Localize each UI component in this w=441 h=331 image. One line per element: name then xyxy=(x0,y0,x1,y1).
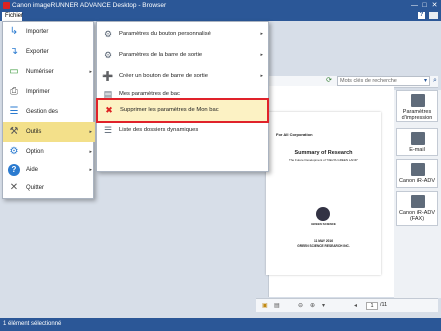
tools-submenu: ⚙ Paramètres du bouton personnalisé ▸ ⚙ … xyxy=(96,21,269,172)
output-bar-settings-icon: ⚙ xyxy=(103,50,113,60)
create-output-button-icon: ➕ xyxy=(102,71,114,81)
menu-item-label: Aide xyxy=(26,167,39,173)
minimize-button[interactable]: — xyxy=(410,1,419,10)
menu-item-gestion-bibliotheques[interactable]: ☰ Gestion des bibliothèques xyxy=(3,102,95,135)
maximize-button[interactable]: □ xyxy=(420,1,429,10)
output-fax-button[interactable]: Canon iR-ADV (FAX) xyxy=(396,191,438,226)
printer-device-icon xyxy=(411,163,425,176)
prev-page-icon[interactable]: ◂ xyxy=(354,302,357,309)
menu-item-label: Option xyxy=(26,149,44,155)
doc-subtitle: The Future Development of "DELTA GREEN L… xyxy=(289,158,358,162)
menu-item-exporter[interactable]: ↴ Exporter xyxy=(3,42,95,62)
page-total: /11 xyxy=(380,302,388,308)
title-bar: Canon imageRUNNER ADVANCE Desktop - Brow… xyxy=(0,0,441,11)
menu-item-option[interactable]: ⚙ Option ▸ xyxy=(3,142,95,162)
file-menu: ↳ Importer ↴ Exporter ▭ Numériser ▸ ⎙ Im… xyxy=(2,21,95,199)
output-label: Canon iR-ADV xyxy=(398,178,436,184)
doc-date: 11 MAY 2016 xyxy=(314,239,333,243)
dynamic-folder-list-icon: ☰ xyxy=(103,125,113,135)
submenu-item-label: Supprimer les paramètres de Mon bac xyxy=(120,107,219,113)
doc-company: For All Corporation xyxy=(276,132,313,137)
output-label: Paramètres d'impression xyxy=(401,109,433,121)
page-view-icon[interactable]: ▣ xyxy=(262,302,268,309)
delete-tray-settings-icon: ✖ xyxy=(105,105,113,115)
submenu-item-label: Paramètres du bouton personnalisé xyxy=(119,31,211,37)
output-email-button[interactable]: E-mail xyxy=(396,128,438,156)
chevron-right-icon: ▸ xyxy=(89,149,92,155)
zoom-menu-icon[interactable]: ▾ xyxy=(322,302,325,309)
search-icon[interactable]: ⌕ xyxy=(430,76,440,86)
output-label: E-mail xyxy=(409,147,425,153)
search-dropdown-icon[interactable]: ▾ xyxy=(424,77,427,85)
menu-item-label: Numériser xyxy=(26,69,54,75)
print-settings-icon xyxy=(411,94,425,107)
search-input[interactable]: Mots clés de recherche ▾ xyxy=(337,76,430,86)
close-button[interactable]: ✕ xyxy=(430,1,439,10)
app-icon xyxy=(3,2,10,9)
option-icon: ⚙ xyxy=(9,146,19,157)
tray-settings-icon: ▤ xyxy=(103,89,113,99)
menu-item-outils[interactable]: ⚒ Outils ▸ xyxy=(3,122,95,142)
menu-item-imprimer[interactable]: ⎙ Imprimer xyxy=(3,82,95,102)
doc-logo xyxy=(316,207,330,221)
submenu-item-delete-tray-settings[interactable]: ✖ Supprimer les paramètres de Mon bac xyxy=(96,98,269,123)
import-icon: ↳ xyxy=(9,26,19,37)
status-bar: 1 élément sélectionné xyxy=(0,318,441,331)
output-label: Canon iR-ADV (FAX) xyxy=(398,210,436,222)
menu-item-importer[interactable]: ↳ Importer xyxy=(3,22,95,42)
doc-title: Summary of Research xyxy=(294,150,353,156)
view-toggle[interactable] xyxy=(429,12,438,19)
submenu-item-output-bar-settings[interactable]: ⚙ Paramètres de la barre de sortie ▸ xyxy=(97,45,268,66)
page-number-input[interactable]: 1 xyxy=(366,302,378,310)
status-text: 1 élément sélectionné xyxy=(3,321,62,327)
double-page-icon[interactable]: ▤ xyxy=(274,302,280,309)
chevron-right-icon: ▸ xyxy=(260,31,263,37)
output-print-settings-button[interactable]: Paramètres d'impression xyxy=(396,90,438,122)
menu-item-label: Outils xyxy=(26,129,42,135)
scanner-icon: ▭ xyxy=(9,66,19,77)
library-icon: ☰ xyxy=(9,106,19,117)
fax-device-icon xyxy=(411,195,425,208)
document-preview[interactable]: For All Corporation Summary of Research … xyxy=(266,112,381,275)
menu-item-label: Quitter xyxy=(26,185,45,191)
zoom-out-icon[interactable]: ⊖ xyxy=(298,302,303,309)
custom-button-settings-icon: ⚙ xyxy=(103,29,113,39)
help-icon: ? xyxy=(8,164,20,176)
menu-item-label: Exporter xyxy=(26,49,49,55)
preview-bottom-bar xyxy=(256,298,438,312)
quit-icon: ✕ xyxy=(9,182,19,193)
window-title: Canon imageRUNNER ADVANCE Desktop - Brow… xyxy=(12,2,167,9)
submenu-item-dynamic-folder-list[interactable]: ☰ Liste des dossiers dynamiques xyxy=(97,120,268,141)
printer-icon: ⎙ xyxy=(10,86,18,97)
tools-icon: ⚒ xyxy=(9,126,19,137)
chevron-right-icon: ▸ xyxy=(89,167,92,173)
export-icon: ↴ xyxy=(9,46,19,57)
doc-logo-text: GREEN SCIENCE xyxy=(311,222,336,226)
help-button[interactable]: ? xyxy=(418,12,425,19)
menu-item-numeriser[interactable]: ▭ Numériser ▸ xyxy=(3,62,95,82)
submenu-item-label: Créer un bouton de barre de sortie xyxy=(119,73,208,79)
search-placeholder: Mots clés de recherche xyxy=(340,78,397,84)
menu-item-label: Imprimer xyxy=(26,89,50,95)
chevron-right-icon: ▸ xyxy=(89,129,92,135)
output-printer-button[interactable]: Canon iR-ADV xyxy=(396,159,438,188)
email-icon xyxy=(411,132,425,145)
chevron-right-icon: ▸ xyxy=(89,69,92,75)
submenu-item-label: Paramètres de la barre de sortie xyxy=(119,52,203,58)
chevron-right-icon: ▸ xyxy=(260,52,263,58)
submenu-item-label: Liste des dossiers dynamiques xyxy=(119,127,199,133)
zoom-in-icon[interactable]: ⊕ xyxy=(310,302,315,309)
submenu-item-label: Mes paramètres de bac xyxy=(119,91,180,97)
menu-item-label: Importer xyxy=(26,29,49,35)
refresh-icon[interactable]: ⟳ xyxy=(324,76,334,86)
menu-item-quitter[interactable]: ✕ Quitter xyxy=(3,178,95,198)
menu-bar: Fichier xyxy=(0,11,441,21)
submenu-item-custom-button-settings[interactable]: ⚙ Paramètres du bouton personnalisé ▸ xyxy=(97,24,268,45)
menu-fichier[interactable]: Fichier xyxy=(2,12,23,21)
menu-item-aide[interactable]: ? Aide ▸ xyxy=(3,160,95,180)
doc-publisher: GREEN SCIENCE RESEARCH INC. xyxy=(297,244,350,248)
